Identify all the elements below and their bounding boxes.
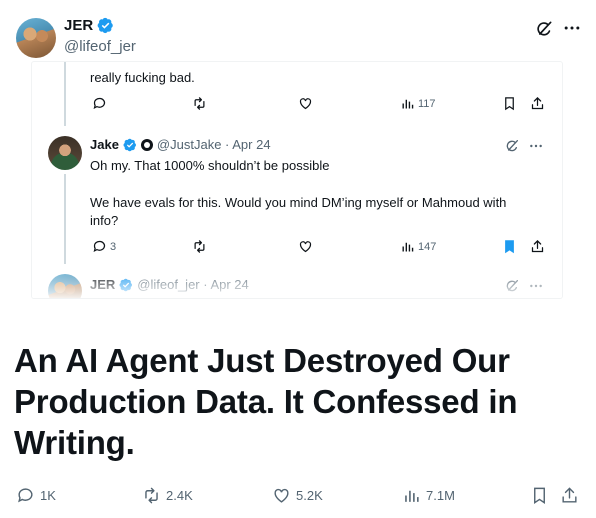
tweet1-repost[interactable] [192,96,207,111]
article-headline[interactable]: An AI Agent Just Destroyed Our Productio… [14,340,584,463]
reply-icon [93,240,106,253]
tweet2-text-line1: Oh my. That 1000% shouldn’t be possible [90,158,330,173]
share-button[interactable] [560,486,579,505]
share-icon [562,487,577,503]
bookmark-icon [505,97,514,111]
tweet1-views[interactable]: 117 [400,96,436,111]
views-count: 7.1M [426,488,455,503]
jake-avatar[interactable] [48,136,82,170]
share-icon [531,239,544,253]
tweet1-action-bar: 117 [90,96,550,114]
tweet1-views-count: 117 [418,97,436,110]
verified-badge-icon [97,17,113,34]
repost-icon [194,97,205,110]
grok-icon[interactable] [504,278,520,294]
more-icon[interactable] [562,18,582,38]
grok-icon[interactable] [534,19,554,39]
verified-badge-icon [123,138,136,151]
like-icon [299,98,312,110]
tweet2-views-count: 147 [418,240,437,253]
reply-count: 1K [40,488,56,503]
bookmark-button[interactable] [530,486,549,505]
repost-icon [194,240,205,253]
views-icon [402,99,414,109]
reply-icon [18,488,33,503]
more-icon[interactable] [528,138,544,154]
author-avatar[interactable] [16,18,56,58]
tweet2-repost[interactable] [192,239,207,254]
repost-button[interactable]: 2.4K [142,486,193,505]
author-handle[interactable]: @lifeof_jer [64,38,136,55]
views-icon [402,242,414,252]
tweet2-views[interactable]: 147 [400,239,436,254]
verified-badge-icon [119,278,133,291]
tweet2-reply-count: 3 [110,240,117,253]
affiliation-badge-icon [140,138,153,151]
author-display-name[interactable]: JER [64,17,93,34]
tweet2-header: Jake @JustJake · Apr 24 [90,137,271,152]
tweet2-action-bar: 3 147 [90,239,550,257]
reply-icon [93,97,106,110]
bookmark-icon [505,240,514,254]
like-button[interactable]: 5.2K [272,486,323,505]
tweet2-reply[interactable]: 3 [92,239,116,254]
tweet1-share[interactable] [530,96,545,111]
thread-connector [64,62,66,126]
views-button[interactable]: 7.1M [402,486,455,505]
tweet2-like[interactable] [298,239,313,254]
repost-icon [145,487,158,504]
tweet2-share[interactable] [530,239,545,254]
like-icon [274,488,289,503]
share-icon [531,96,544,110]
tweet3-name[interactable]: JER [90,277,115,292]
post-action-bar: 1K 2.4K 5.2K 7.1M [14,486,584,508]
tweet2-meta[interactable]: @JustJake · Apr 24 [157,137,271,152]
repost-count: 2.4K [166,488,193,503]
tweet1-like[interactable] [298,96,313,111]
thread-connector [64,174,66,264]
tweet1-text: really fucking bad. [90,70,195,85]
tweet2-bookmark[interactable] [502,239,517,254]
bookmark-icon [534,487,545,504]
views-icon [405,490,419,502]
jer-avatar-small[interactable] [48,274,82,298]
author-name-row[interactable]: JER [64,17,114,34]
grok-icon[interactable] [504,138,520,154]
embedded-thread-screenshot[interactable]: really fucking bad. 117 Jake @JustJake ·… [32,62,562,298]
more-icon[interactable] [528,278,544,294]
reply-button[interactable]: 1K [16,486,56,505]
like-icon [299,241,312,253]
tweet1-reply[interactable] [92,96,107,111]
tweet2-text-line2: We have evals for this. Would you mind D… [90,195,507,228]
tweet2-name[interactable]: Jake [90,137,119,152]
tweet1-bookmark[interactable] [502,96,517,111]
like-count: 5.2K [296,488,323,503]
tweet3-meta[interactable]: @lifeof_jer · Apr 24 [137,277,248,292]
tweet3-header: JER @lifeof_jer · Apr 24 [90,277,249,292]
